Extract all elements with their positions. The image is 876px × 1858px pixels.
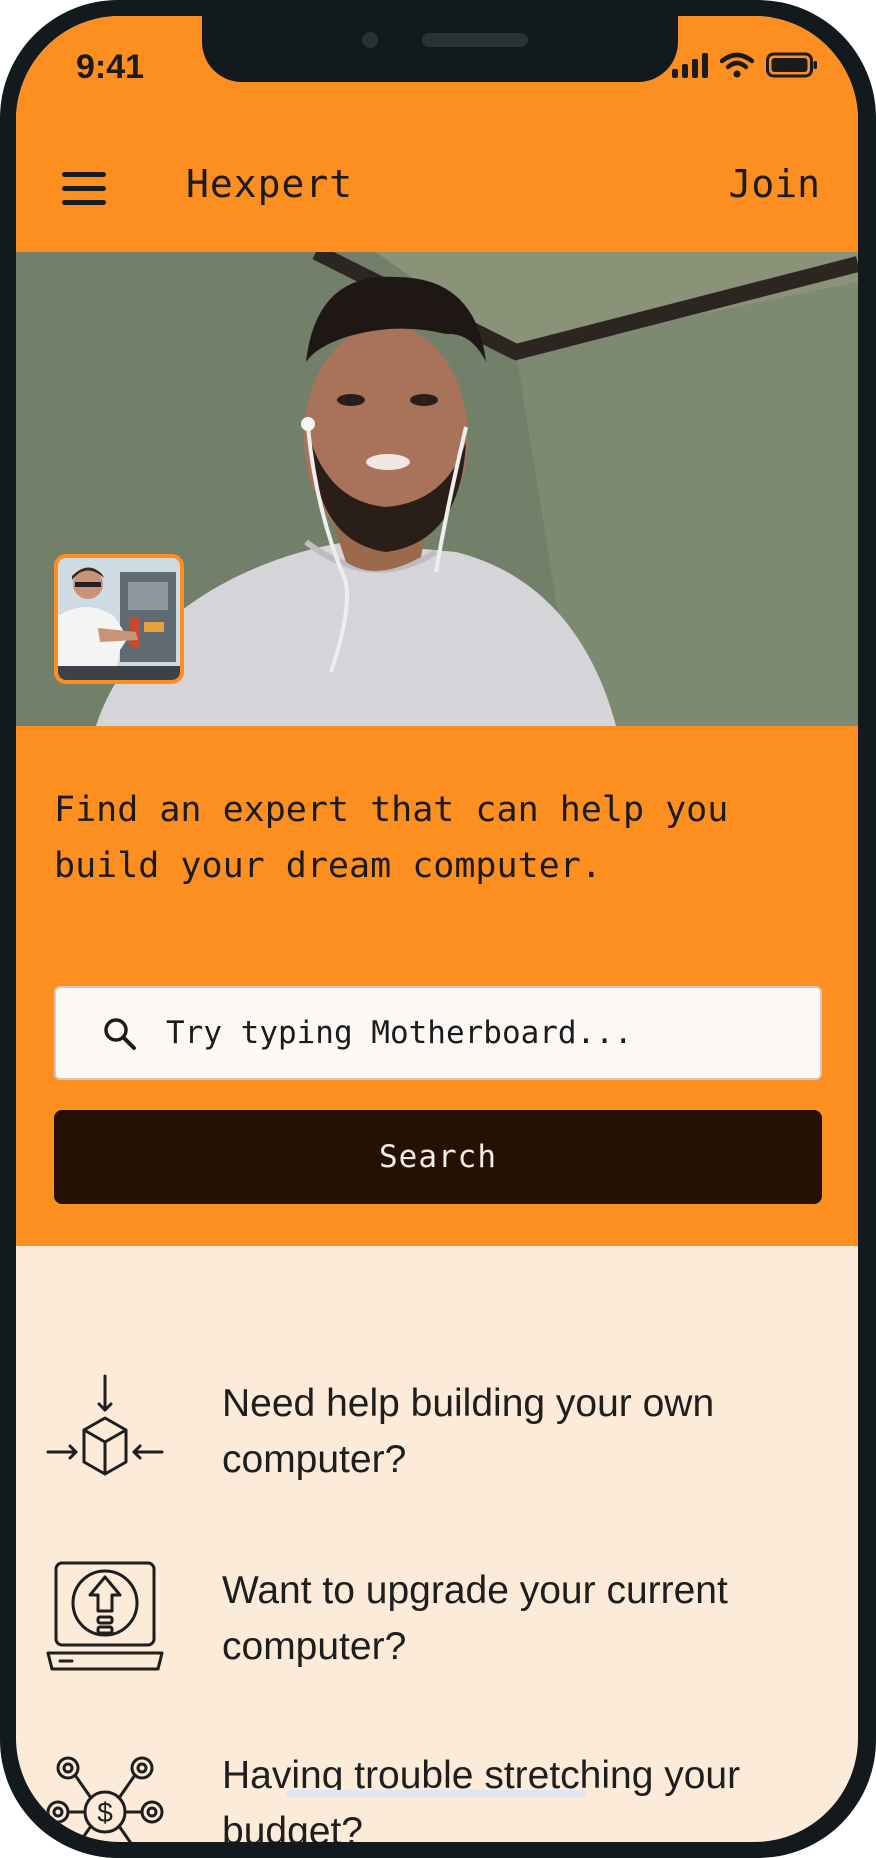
status-icons [672,52,818,78]
home-indicator[interactable] [286,1790,586,1798]
join-link[interactable]: Join [728,162,820,206]
app-screen: 9:41 Hexpert Join Find an expert that ca… [16,16,858,1842]
feature-text: Want to upgrade your current computer? [222,1569,728,1668]
app-title: Hexpert [186,162,354,206]
search-button[interactable]: Search [54,1110,822,1204]
status-time: 9:41 [76,48,145,86]
hero-headline: Find an expert that can help you build y… [54,790,729,886]
build-computer-icon [46,1374,164,1476]
earpiece-speaker [422,33,528,47]
cellular-signal-icon [672,52,708,78]
video-feed-expert[interactable] [16,252,858,726]
search-icon [104,1018,136,1050]
feature-text: Need help building your own computer? [222,1382,715,1481]
upgrade-computer-icon [46,1561,164,1671]
phone-frame: 9:41 Hexpert Join Find an expert that ca… [0,0,876,1858]
self-video-image [58,558,180,680]
search-section: Find an expert that can help you build y… [16,726,858,1246]
search-box[interactable] [54,986,822,1080]
search-input[interactable] [166,988,806,1078]
battery-icon [766,52,817,78]
wifi-icon [720,52,754,78]
device-notch [202,16,678,82]
hamburger-menu-icon[interactable] [62,172,106,206]
video-feed-self[interactable] [54,554,184,684]
feature-item-build[interactable]: Need help building your own computer? [16,1374,858,1504]
front-camera [362,32,378,48]
budget-icon: $ [46,1756,164,1842]
feature-item-upgrade[interactable]: Want to upgrade your current computer? [16,1561,858,1691]
svg-text:$: $ [97,1797,113,1828]
